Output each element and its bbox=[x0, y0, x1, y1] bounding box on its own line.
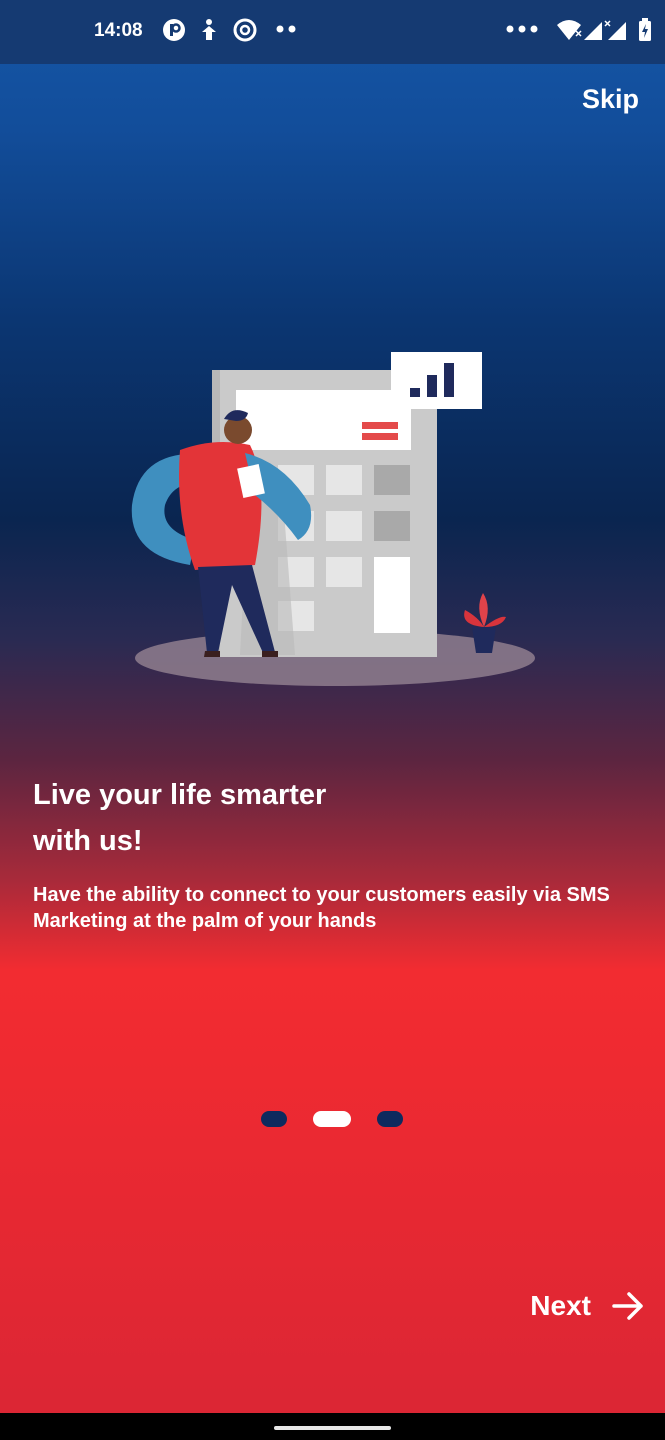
pocket-casts-icon bbox=[233, 18, 257, 42]
status-time: 14:08 bbox=[94, 20, 143, 41]
wifi-icon bbox=[557, 20, 582, 40]
arrow-right-icon bbox=[612, 1292, 643, 1320]
next-label: Next bbox=[530, 1290, 591, 1321]
more-dots-icon bbox=[506, 25, 538, 33]
next-button[interactable]: Next bbox=[530, 1290, 645, 1322]
onboarding-headline: Live your life smarter with us! bbox=[33, 779, 327, 857]
navigation-bar bbox=[0, 1413, 665, 1440]
onboarding-description: Have the ability to connect to your cust… bbox=[33, 884, 610, 932]
accessibility-icon bbox=[202, 19, 216, 40]
page-indicator bbox=[0, 1110, 665, 1130]
more-notifications-icon bbox=[276, 25, 296, 33]
page-dot-1[interactable] bbox=[261, 1111, 287, 1127]
onboarding-screen: 14:08 Skip Live your life smarter with u… bbox=[0, 0, 665, 1440]
status-bar: 14:08 bbox=[0, 0, 665, 64]
battery-icon bbox=[639, 18, 651, 41]
skip-button[interactable]: Skip bbox=[582, 84, 639, 115]
app-icon-p bbox=[163, 19, 185, 41]
page-dot-2[interactable] bbox=[313, 1111, 351, 1127]
page-dot-3[interactable] bbox=[377, 1111, 403, 1127]
onboarding-illustration bbox=[131, 352, 535, 686]
home-gesture-handle[interactable] bbox=[274, 1426, 391, 1430]
signal-icon bbox=[584, 20, 626, 40]
